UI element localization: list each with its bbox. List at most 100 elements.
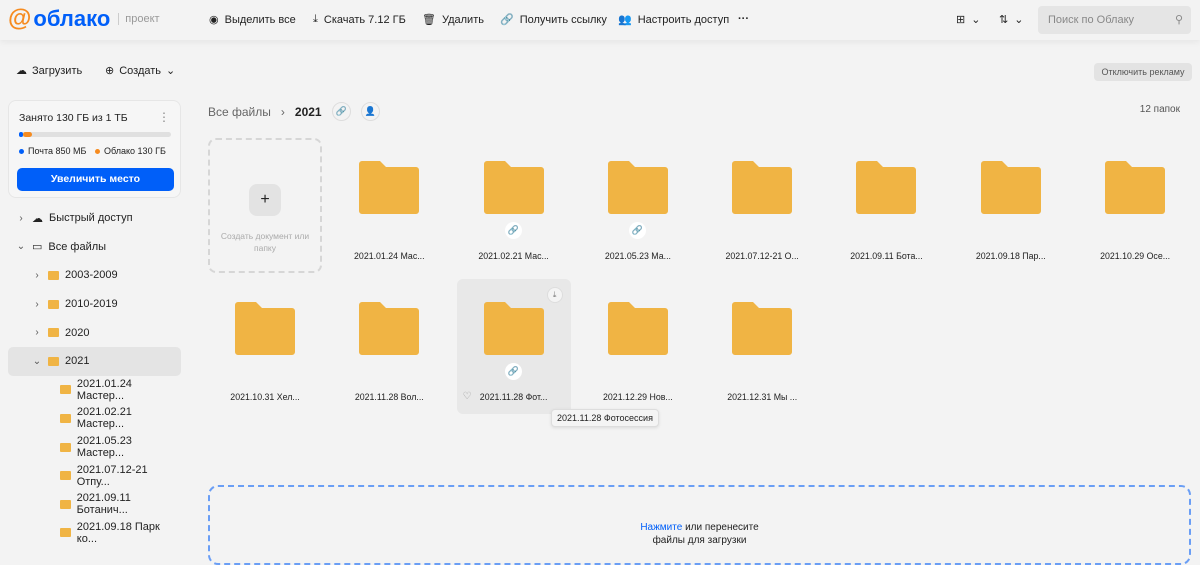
plus-circle-icon: ⊕ (105, 65, 115, 77)
tree-item[interactable]: 2021.01.24 Мастер... (8, 376, 181, 405)
search-placeholder: Поиск по Облаку (1048, 14, 1135, 26)
folder-icon (60, 499, 71, 509)
folder-icon (483, 161, 544, 214)
shared-link-icon[interactable]: 🔗 (628, 222, 646, 239)
chevron-right-icon[interactable]: › (32, 327, 42, 338)
increase-storage-button[interactable]: Увеличить место (17, 168, 174, 191)
tree-item-label: 2021 (65, 355, 90, 368)
folder-item[interactable]: 2021.10.29 Осе... (1078, 138, 1192, 273)
disable-ads-button[interactable]: Отключить рекламу (1094, 63, 1192, 81)
tree-item-label: 2010-2019 (65, 298, 118, 311)
label: Загрузить (32, 64, 83, 77)
create-document-or-folder[interactable]: + Создать документ или папку (208, 138, 322, 273)
link-icon: 🔗 (500, 14, 514, 26)
create-button[interactable]: ⊕ Создать ⌄ (105, 64, 175, 78)
folder-icon (359, 302, 420, 355)
chevron-right-icon[interactable]: › (16, 213, 26, 224)
tree-item[interactable]: ⌄ ▭ Все файлы (8, 233, 181, 262)
get-link-button[interactable]: 🔗 Получить ссылку (500, 13, 607, 27)
grid-icon: ⊞ (956, 14, 966, 26)
drop-text: или перенесите (682, 522, 759, 533)
upload-link[interactable]: Нажмите (640, 522, 682, 533)
cloud-upload-icon: ☁ (16, 65, 27, 77)
folder-name: 2021.11.28 Вол... (354, 392, 424, 402)
share-users-icon[interactable]: 👤 (360, 102, 380, 121)
folder-grid: + Создать документ или папку 2021.01.24 М… (208, 138, 1192, 414)
folder-item[interactable]: 2021.11.28 Вол... (332, 279, 446, 414)
folder-icon (48, 328, 59, 338)
folder-item[interactable]: 2021.09.11 Бота... (829, 138, 943, 273)
view-toggle[interactable]: ⊞ ⌄ (956, 13, 980, 26)
sort-toggle[interactable]: ⇅ ⌄ (999, 13, 1023, 26)
folder-icon (1105, 161, 1166, 214)
folder-item[interactable]: 🔗 2021.05.23 Ма... (581, 138, 695, 273)
logo-at: @ (8, 5, 32, 32)
shared-link-icon[interactable]: 🔗 (504, 363, 522, 380)
search-input[interactable]: Поиск по Облаку ⚲ (1038, 6, 1191, 34)
folder-name: 2021.12.29 Нов... (603, 392, 673, 402)
folder-item[interactable]: 2021.01.24 Мас... (332, 138, 446, 273)
access-button[interactable]: 👥 Настроить доступ (618, 13, 730, 27)
tree-item[interactable]: › 2003-2009 (8, 261, 181, 290)
breadcrumb-root[interactable]: Все файлы (208, 105, 271, 119)
folder-item[interactable]: 2021.09.18 Пар... (954, 138, 1068, 273)
folder-icon (48, 270, 59, 280)
folder-name: 2021.12.31 Мы ... (727, 392, 798, 402)
more-button[interactable]: ··· (738, 13, 749, 25)
tree-item[interactable]: ⌄ 2021 (8, 346, 181, 376)
folder-name: 2021.11.28 Фот... (479, 392, 548, 402)
upload-dropzone[interactable]: Нажмите или перенесите файлы для загрузк… (208, 485, 1191, 565)
link-icon[interactable]: 🔗 (331, 102, 351, 121)
upload-button[interactable]: ☁ Загрузить (16, 64, 83, 78)
tree-item[interactable]: 2021.09.11 Ботанич... (8, 490, 181, 519)
folder-icon (60, 413, 71, 423)
folder-name: 2021.09.18 Пар... (975, 251, 1046, 261)
folder-icon (60, 528, 71, 538)
label: Настроить доступ (637, 13, 730, 26)
folder-item[interactable]: 🔗 2021.02.21 Мас... (457, 138, 571, 273)
tooltip: 2021.11.28 Фотосессия (551, 409, 659, 427)
trash-icon: 🗑 (422, 14, 436, 26)
plus-icon: + (249, 184, 281, 216)
download-icon[interactable]: ⤓ (546, 287, 563, 303)
select-all-button[interactable]: ◉ Выделить все (209, 13, 296, 27)
folder-icon (732, 302, 793, 355)
more-icon[interactable]: ⋮ (158, 110, 170, 124)
tree-item[interactable]: › 2010-2019 (8, 290, 181, 319)
folder-item[interactable]: 2021.12.29 Нов... (581, 279, 695, 414)
delete-button[interactable]: 🗑 Удалить (422, 13, 484, 27)
folder-icon (732, 161, 793, 214)
tree-item[interactable]: 2021.05.23 Мастер... (8, 433, 181, 462)
tree-item[interactable]: 2021.07.12-21 Отпу... (8, 461, 181, 490)
logo-tag: проект (118, 13, 160, 25)
header: @ облако проект ◉ Выделить все ⤓ Скачать 7… (0, 0, 1200, 40)
sort-icon: ⇅ (999, 14, 1009, 26)
tree-item[interactable]: › ☁ Быстрый доступ (8, 204, 181, 233)
folder-icon (359, 161, 420, 214)
label: Облако 130 ГБ (104, 146, 166, 156)
folder-name: 2021.09.11 Бота... (850, 251, 923, 261)
tree-item-label: 2021.09.11 Ботанич... (76, 492, 131, 517)
chevron-down-icon[interactable]: ⌄ (16, 241, 26, 252)
folder-item[interactable]: 🔗 ⤓ ♡ 2021.11.28 Фот... (456, 279, 571, 414)
logo[interactable]: @ облако проект (8, 5, 160, 32)
cloud-usage (23, 132, 32, 137)
folder-item[interactable]: 2021.07.12-21 О... (705, 138, 819, 273)
shared-link-icon[interactable]: 🔗 (504, 222, 522, 239)
check-circle-icon: ◉ (209, 14, 219, 26)
folder-item[interactable]: 2021.10.31 Хел... (208, 279, 322, 414)
chevron-down-icon[interactable]: ⌄ (32, 356, 42, 367)
label: Получить ссылку (519, 13, 607, 26)
tree-item[interactable]: › 2020 (8, 318, 181, 347)
folder-icon (60, 471, 71, 481)
tree-item-label: 2021.07.12-21 Отпу... (76, 463, 148, 488)
folder-name: 2021.05.23 Ма... (604, 251, 671, 261)
tree-item-label: 2003-2009 (65, 269, 118, 282)
folder-item[interactable]: 2021.12.31 Мы ... (705, 279, 819, 414)
chevron-right-icon[interactable]: › (32, 270, 42, 281)
chevron-right-icon[interactable]: › (32, 299, 42, 310)
search-icon: ⚲ (1174, 14, 1183, 26)
label: Выделить все (224, 13, 296, 26)
download-button[interactable]: ⤓ Скачать 7.12 ГБ (313, 13, 406, 26)
tree-item[interactable]: 2021.02.21 Мастер... (8, 404, 181, 433)
